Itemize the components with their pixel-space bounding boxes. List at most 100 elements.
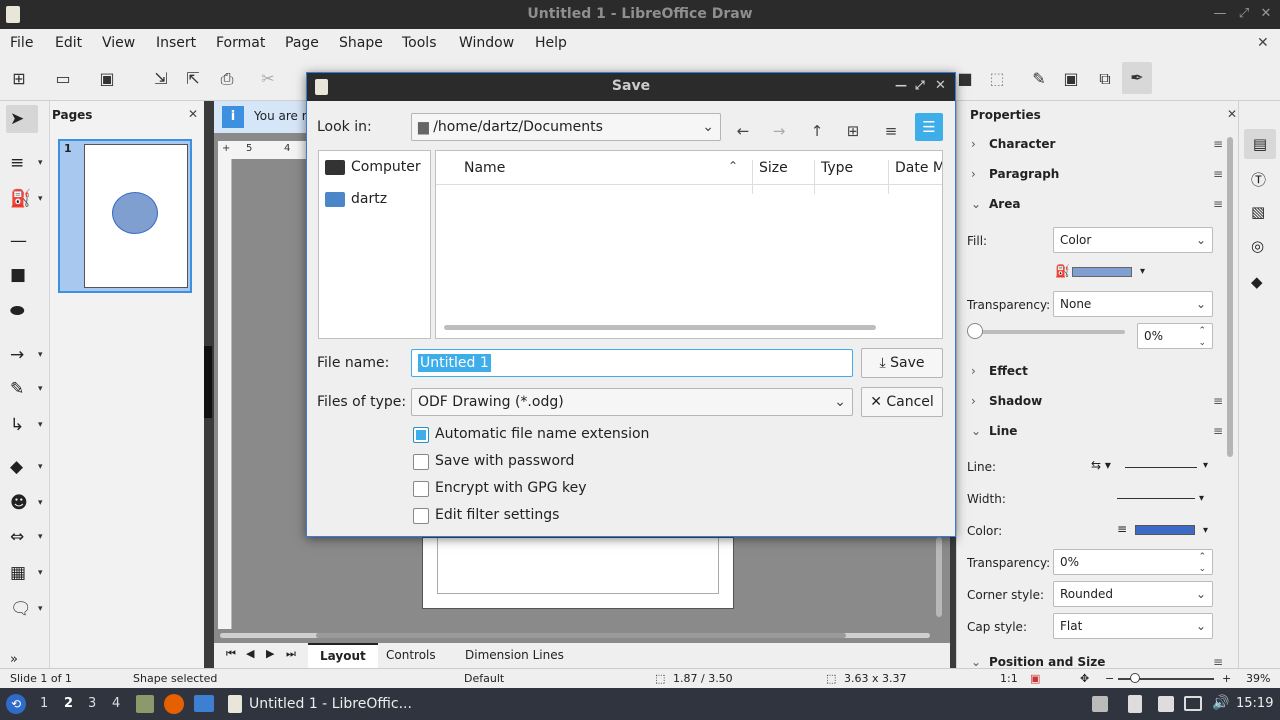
connector-icon[interactable]: ↳ ▾ <box>6 411 44 439</box>
edit-filter-label[interactable]: Edit filter settings <box>435 507 559 523</box>
line-color-icon[interactable]: ≡ ▾ <box>6 149 44 177</box>
tab-controls[interactable]: Controls <box>386 648 436 662</box>
block-arrows-icon[interactable]: ⇔ ▾ <box>6 523 44 551</box>
first-page-icon[interactable]: ⏮ <box>226 647 236 661</box>
zoom-in-icon[interactable]: + <box>1222 672 1231 685</box>
gallery-deck-icon[interactable]: ▧ <box>1251 203 1265 221</box>
look-in-combo[interactable]: ▆ /home/dartz/Documents ⌄ <box>411 113 721 141</box>
cut-icon[interactable]: ✂ <box>257 68 279 90</box>
fill-color-icon[interactable]: ⛽ ▾ <box>6 185 44 213</box>
fill-bucket-icon[interactable]: ⛽ <box>1055 264 1070 278</box>
column-name[interactable]: Name <box>464 160 505 176</box>
menu-tools[interactable]: Tools <box>402 35 437 51</box>
shapes-deck-icon[interactable]: ◆ <box>1251 273 1263 291</box>
detail-view-icon[interactable]: ☰ <box>915 113 943 141</box>
rectangle-icon[interactable]: ■ <box>6 261 44 289</box>
select-icon[interactable]: ➤ <box>6 105 38 133</box>
file-name-input[interactable]: Untitled 1 <box>411 349 853 377</box>
line-width-preview[interactable] <box>1117 498 1195 499</box>
transparency-slider[interactable] <box>967 323 1125 339</box>
list-view-icon[interactable]: ≡ <box>879 119 903 143</box>
dialog-maximize-icon[interactable]: ⤢ <box>915 78 925 93</box>
close-document-icon[interactable]: ✕ <box>1257 35 1269 51</box>
column-date[interactable]: Date M <box>888 160 942 194</box>
zoom-out-icon[interactable]: − <box>1105 672 1114 685</box>
save-icon[interactable]: ▣ <box>96 68 118 90</box>
line-color-icon[interactable]: ≡ <box>1117 522 1127 536</box>
menu-page[interactable]: Page <box>285 35 319 51</box>
export-pdf-icon[interactable]: ⇱ <box>182 68 204 90</box>
line-style-dropdown-icon[interactable]: ▾ <box>1203 460 1208 471</box>
glue-icon[interactable]: ▣ <box>1060 68 1082 90</box>
fill-color-dropdown-icon[interactable]: ▾ <box>1140 266 1145 277</box>
save-button[interactable]: ⤓ Save <box>861 348 943 378</box>
corner-style-select[interactable]: Rounded ⌄ <box>1053 581 1213 607</box>
dialog-minimize-icon[interactable]: — <box>895 78 907 92</box>
line-color-dropdown-icon[interactable]: ▾ <box>1203 525 1208 536</box>
screen-icon[interactable] <box>1184 696 1202 711</box>
new-icon[interactable]: ⊞ <box>8 68 30 90</box>
area-transparency-select[interactable]: None ⌄ <box>1053 291 1213 317</box>
document-modified-icon[interactable]: ▣ <box>1030 672 1040 685</box>
notes-icon[interactable] <box>1158 696 1174 712</box>
minimize-icon[interactable]: — <box>1212 6 1228 22</box>
auto-extension-label[interactable]: Automatic file name extension <box>435 426 649 442</box>
menu-insert[interactable]: Insert <box>156 35 196 51</box>
tab-layout[interactable]: Layout <box>308 643 378 668</box>
dialog-close-icon[interactable]: ✕ <box>935 78 946 93</box>
properties-deck-icon[interactable]: ▤ <box>1244 129 1276 159</box>
print-icon[interactable]: ⎙ <box>216 68 238 90</box>
menu-view[interactable]: View <box>102 35 135 51</box>
start-menu-icon[interactable]: ⟲ <box>6 694 26 714</box>
workspace-1[interactable]: 1 <box>40 696 48 711</box>
line-transparency-field[interactable]: 0% ⌃ ⌄ <box>1053 549 1213 575</box>
menu-file[interactable]: File <box>10 35 33 51</box>
save-password-checkbox[interactable] <box>413 454 429 470</box>
draw-functions-icon[interactable]: ✒ <box>1122 62 1152 94</box>
export-icon[interactable]: ⇲ <box>150 68 172 90</box>
tray-icon-1[interactable] <box>1092 696 1108 712</box>
menu-edit[interactable]: Edit <box>55 35 82 51</box>
horizontal-scrollbar[interactable] <box>220 633 930 638</box>
line-width-dropdown-icon[interactable]: ▾ <box>1199 493 1204 504</box>
panel-collapse-handle[interactable] <box>204 346 212 418</box>
fit-page-icon[interactable]: ✥ <box>1080 672 1089 685</box>
sidebar-close-icon[interactable]: ✕ <box>1227 107 1237 121</box>
menu-shape[interactable]: Shape <box>339 35 383 51</box>
next-page-icon[interactable]: ▶ <box>266 647 274 660</box>
section-paragraph[interactable]: › Paragraph ≡ <box>965 161 1227 187</box>
sidebar-scrollbar[interactable] <box>1227 137 1233 457</box>
section-character[interactable]: › Character ≡ <box>965 131 1227 157</box>
callout-icon[interactable]: 🗨 ▾ <box>6 595 44 623</box>
section-effect[interactable]: › Effect <box>965 358 1227 384</box>
maximize-icon[interactable]: ⤢ <box>1236 6 1252 22</box>
symbol-shapes-icon[interactable]: ☻ ▾ <box>6 489 44 517</box>
menu-format[interactable]: Format <box>216 35 265 51</box>
clipboard-icon[interactable] <box>1128 695 1142 713</box>
column-size[interactable]: Size <box>752 160 788 194</box>
open-icon[interactable]: ▭ <box>52 68 74 90</box>
line-icon[interactable]: — <box>6 227 44 255</box>
arrow-icon[interactable]: → ▾ <box>6 341 44 369</box>
styles-deck-icon[interactable]: Ⓣ <box>1251 169 1266 190</box>
ellipse-icon[interactable]: ⬬ <box>6 297 44 325</box>
section-position-size[interactable]: ⌄ Position and Size ≡ <box>965 651 1227 668</box>
curve-icon[interactable]: ✎ ▾ <box>6 375 44 403</box>
file-list[interactable]: Name ⌃ Size Type Date M <box>435 150 943 339</box>
shadow-icon[interactable]: ■ <box>954 68 976 90</box>
zoom-slider-knob[interactable] <box>1130 673 1140 683</box>
save-password-label[interactable]: Save with password <box>435 453 574 469</box>
vertical-scrollbar[interactable] <box>936 537 942 617</box>
volume-icon[interactable]: 🔊 <box>1212 695 1229 711</box>
pages-close-icon[interactable]: ✕ <box>188 107 198 121</box>
forward-icon[interactable]: → <box>767 119 791 143</box>
points-icon[interactable]: ✎ <box>1028 68 1050 90</box>
place-home[interactable]: dartz <box>325 191 387 207</box>
taskbar-app-title[interactable]: Untitled 1 - LibreOffic... <box>249 696 412 712</box>
workspace-2[interactable]: 2 <box>64 696 73 711</box>
transparency-slider-knob[interactable] <box>967 323 983 339</box>
encrypt-gpg-label[interactable]: Encrypt with GPG key <box>435 480 587 496</box>
fill-select[interactable]: Color ⌄ <box>1053 227 1213 253</box>
section-shadow[interactable]: › Shadow ≡ <box>965 388 1227 414</box>
cap-style-select[interactable]: Flat ⌄ <box>1053 613 1213 639</box>
